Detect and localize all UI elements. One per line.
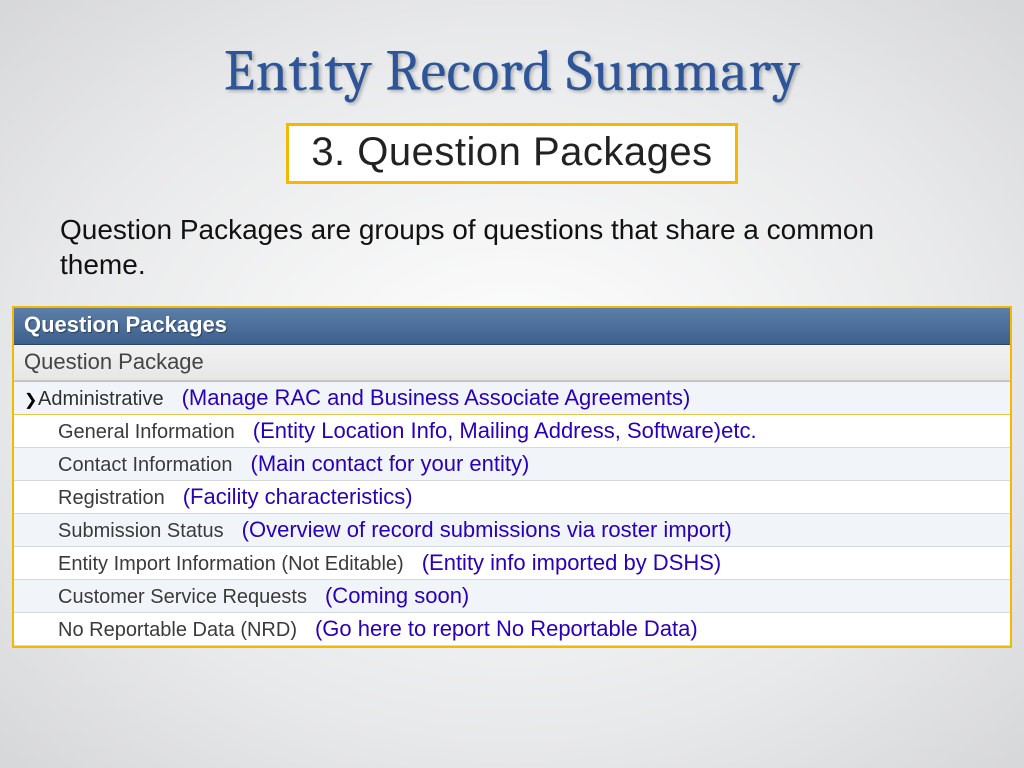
- row-description: (Coming soon): [307, 583, 469, 609]
- panel-heading: Question Packages: [14, 308, 1010, 345]
- row-label: Entity Import Information (Not Editable): [58, 553, 404, 576]
- table-row[interactable]: Customer Service Requests(Coming soon): [14, 580, 1010, 613]
- panel-rows: ❯Administrative(Manage RAC and Business …: [14, 381, 1010, 646]
- table-row[interactable]: Contact Information(Main contact for you…: [14, 448, 1010, 481]
- table-row[interactable]: Registration(Facility characteristics): [14, 481, 1010, 514]
- subtitle-wrap: 3. Question Packages: [0, 123, 1024, 184]
- table-row[interactable]: ❯Administrative(Manage RAC and Business …: [14, 381, 1010, 415]
- panel-column-header: Question Package: [14, 345, 1010, 381]
- row-label: General Information: [58, 421, 235, 444]
- table-row[interactable]: Entity Import Information (Not Editable)…: [14, 547, 1010, 580]
- row-description: (Overview of record submissions via rost…: [224, 517, 732, 543]
- row-description: (Go here to report No Reportable Data): [297, 616, 698, 642]
- row-label: Contact Information: [58, 454, 233, 477]
- table-row[interactable]: No Reportable Data (NRD)(Go here to repo…: [14, 613, 1010, 646]
- table-row[interactable]: General Information(Entity Location Info…: [14, 415, 1010, 448]
- slide-subtitle: 3. Question Packages: [286, 123, 737, 184]
- row-description: (Entity Location Info, Mailing Address, …: [235, 418, 757, 444]
- row-label: Registration: [58, 487, 165, 510]
- table-row[interactable]: Submission Status(Overview of record sub…: [14, 514, 1010, 547]
- row-description: (Manage RAC and Business Associate Agree…: [164, 385, 691, 411]
- row-label: No Reportable Data (NRD): [58, 619, 297, 642]
- row-description: (Main contact for your entity): [233, 451, 530, 477]
- question-packages-panel: Question Packages Question Package ❯Admi…: [12, 306, 1012, 648]
- slide: Entity Record Summary 3. Question Packag…: [0, 0, 1024, 768]
- row-label: Submission Status: [58, 520, 224, 543]
- row-description: (Entity info imported by DSHS): [404, 550, 722, 576]
- chevron-right-icon: ❯: [24, 390, 38, 410]
- slide-lead-text: Question Packages are groups of question…: [0, 184, 1024, 300]
- row-label: Administrative: [38, 388, 164, 411]
- row-description: (Facility characteristics): [165, 484, 413, 510]
- row-label: Customer Service Requests: [58, 586, 307, 609]
- slide-title: Entity Record Summary: [0, 0, 1024, 105]
